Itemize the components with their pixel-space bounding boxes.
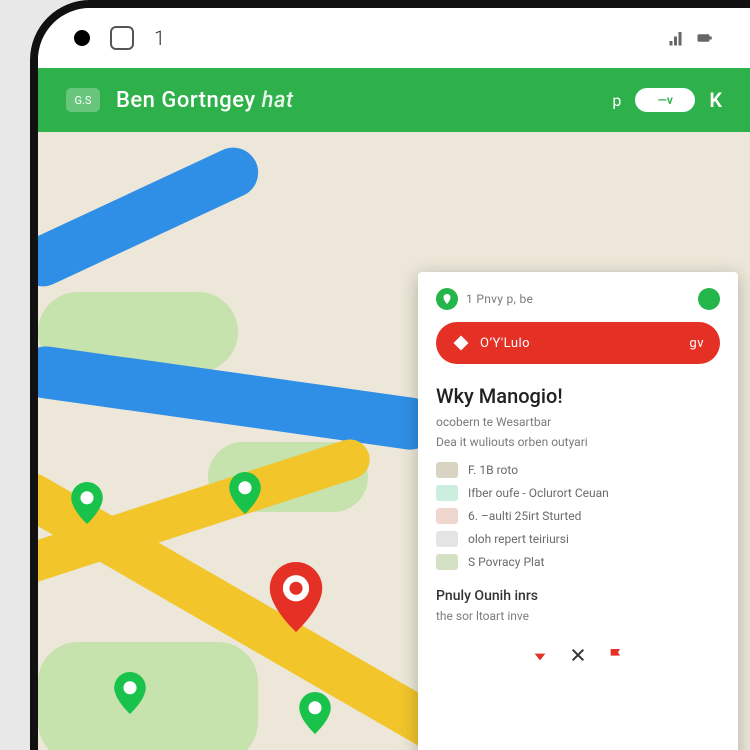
panel-header-label: 1 Pnvy p, be bbox=[466, 292, 533, 306]
panel-header-left: 1 Pnvy p, be bbox=[436, 288, 533, 310]
header-key-label[interactable]: K bbox=[709, 88, 722, 112]
detail-text: F. 1B roto bbox=[468, 463, 518, 477]
header-title-a: Ben bbox=[116, 88, 155, 113]
header-right: p —v K bbox=[612, 88, 722, 112]
directions-icon bbox=[452, 334, 470, 352]
map-pin-icon[interactable] bbox=[113, 672, 147, 714]
header-pill[interactable]: —v bbox=[635, 88, 695, 112]
detail-text: S Povracy Plat bbox=[468, 555, 544, 569]
thumbnail-icon bbox=[436, 554, 458, 570]
flag-icon[interactable] bbox=[608, 647, 624, 663]
detail-text: oloh repert teiriursi bbox=[468, 532, 569, 546]
detail-row[interactable]: Ifber oufe - Oclurort Ceuan bbox=[436, 485, 720, 501]
header-left: G.S Ben Gortngey hat bbox=[66, 88, 294, 113]
place-details-list: F. 1B roto Ifber oufe - Oclurort Ceuan 6… bbox=[436, 462, 720, 570]
park-area bbox=[38, 642, 258, 750]
footer-section-text: the sor ltoart inve bbox=[436, 608, 720, 624]
status-bar-right bbox=[668, 29, 714, 47]
signal-icon bbox=[668, 29, 686, 47]
close-icon[interactable] bbox=[570, 647, 586, 663]
detail-row[interactable]: 6. –aulti 25irt Sturted bbox=[436, 508, 720, 524]
map-pin-icon[interactable] bbox=[228, 472, 262, 514]
river-route bbox=[38, 343, 440, 453]
detail-row[interactable]: F. 1B roto bbox=[436, 462, 720, 478]
thumbnail-icon bbox=[436, 485, 458, 501]
header-title-c: hat bbox=[262, 88, 294, 113]
header-pin-icon[interactable]: p bbox=[612, 91, 621, 110]
directions-button[interactable]: O’Y'Lulo gv bbox=[436, 322, 720, 364]
place-description: Dea it wuliouts orben outyari bbox=[436, 434, 720, 450]
thumbnail-icon bbox=[436, 508, 458, 524]
thumbnail-icon bbox=[436, 531, 458, 547]
header-title-b: Gortngey bbox=[161, 88, 255, 113]
status-bar: 1 bbox=[38, 8, 750, 68]
place-name: Wky Manogio! bbox=[436, 384, 720, 408]
map-pin-icon[interactable] bbox=[298, 692, 332, 734]
thumbnail-icon bbox=[436, 462, 458, 478]
arrow-down-icon[interactable] bbox=[532, 647, 548, 663]
header-title: Ben Gortngey hat bbox=[116, 88, 294, 113]
map-pin-icon[interactable] bbox=[70, 482, 104, 524]
panel-footer-section: Pnuly Ounih inrs the sor ltoart inve bbox=[436, 588, 720, 624]
directions-label: O’Y'Lulo bbox=[480, 336, 530, 351]
status-bar-left: 1 bbox=[74, 26, 165, 50]
location-icon bbox=[436, 288, 458, 310]
camera-dot-icon bbox=[74, 30, 90, 46]
header-menu-button[interactable]: G.S bbox=[66, 88, 100, 112]
status-dot-icon[interactable] bbox=[698, 288, 720, 310]
front-camera-icon bbox=[110, 26, 134, 50]
panel-header: 1 Pnvy p, be bbox=[436, 288, 720, 310]
place-subtitle: ocobern te Wesartbar bbox=[436, 414, 720, 430]
panel-action-bar bbox=[436, 647, 720, 663]
app-header: G.S Ben Gortngey hat p —v K bbox=[38, 68, 750, 132]
detail-row[interactable]: S Povracy Plat bbox=[436, 554, 720, 570]
footer-section-title: Pnuly Ounih inrs bbox=[436, 588, 720, 604]
detail-text: Ifber oufe - Oclurort Ceuan bbox=[468, 486, 609, 500]
phone-frame: 1 G.S Ben Gortngey hat p —v K bbox=[30, 0, 750, 750]
directions-badge: gv bbox=[689, 336, 704, 351]
detail-row[interactable]: oloh repert teiriursi bbox=[436, 531, 720, 547]
place-info-panel: 1 Pnvy p, be O’Y'Lulo gv Wky Manogio! oc… bbox=[418, 272, 738, 750]
map-pin-selected-icon[interactable] bbox=[268, 562, 324, 632]
battery-icon bbox=[696, 29, 714, 47]
map-canvas[interactable]: 1 Pnvy p, be O’Y'Lulo gv Wky Manogio! oc… bbox=[38, 132, 750, 750]
river-route bbox=[38, 139, 266, 294]
viewport: 1 G.S Ben Gortngey hat p —v K bbox=[0, 0, 750, 750]
detail-text: 6. –aulti 25irt Sturted bbox=[468, 509, 581, 523]
status-notification-count: 1 bbox=[154, 26, 165, 50]
